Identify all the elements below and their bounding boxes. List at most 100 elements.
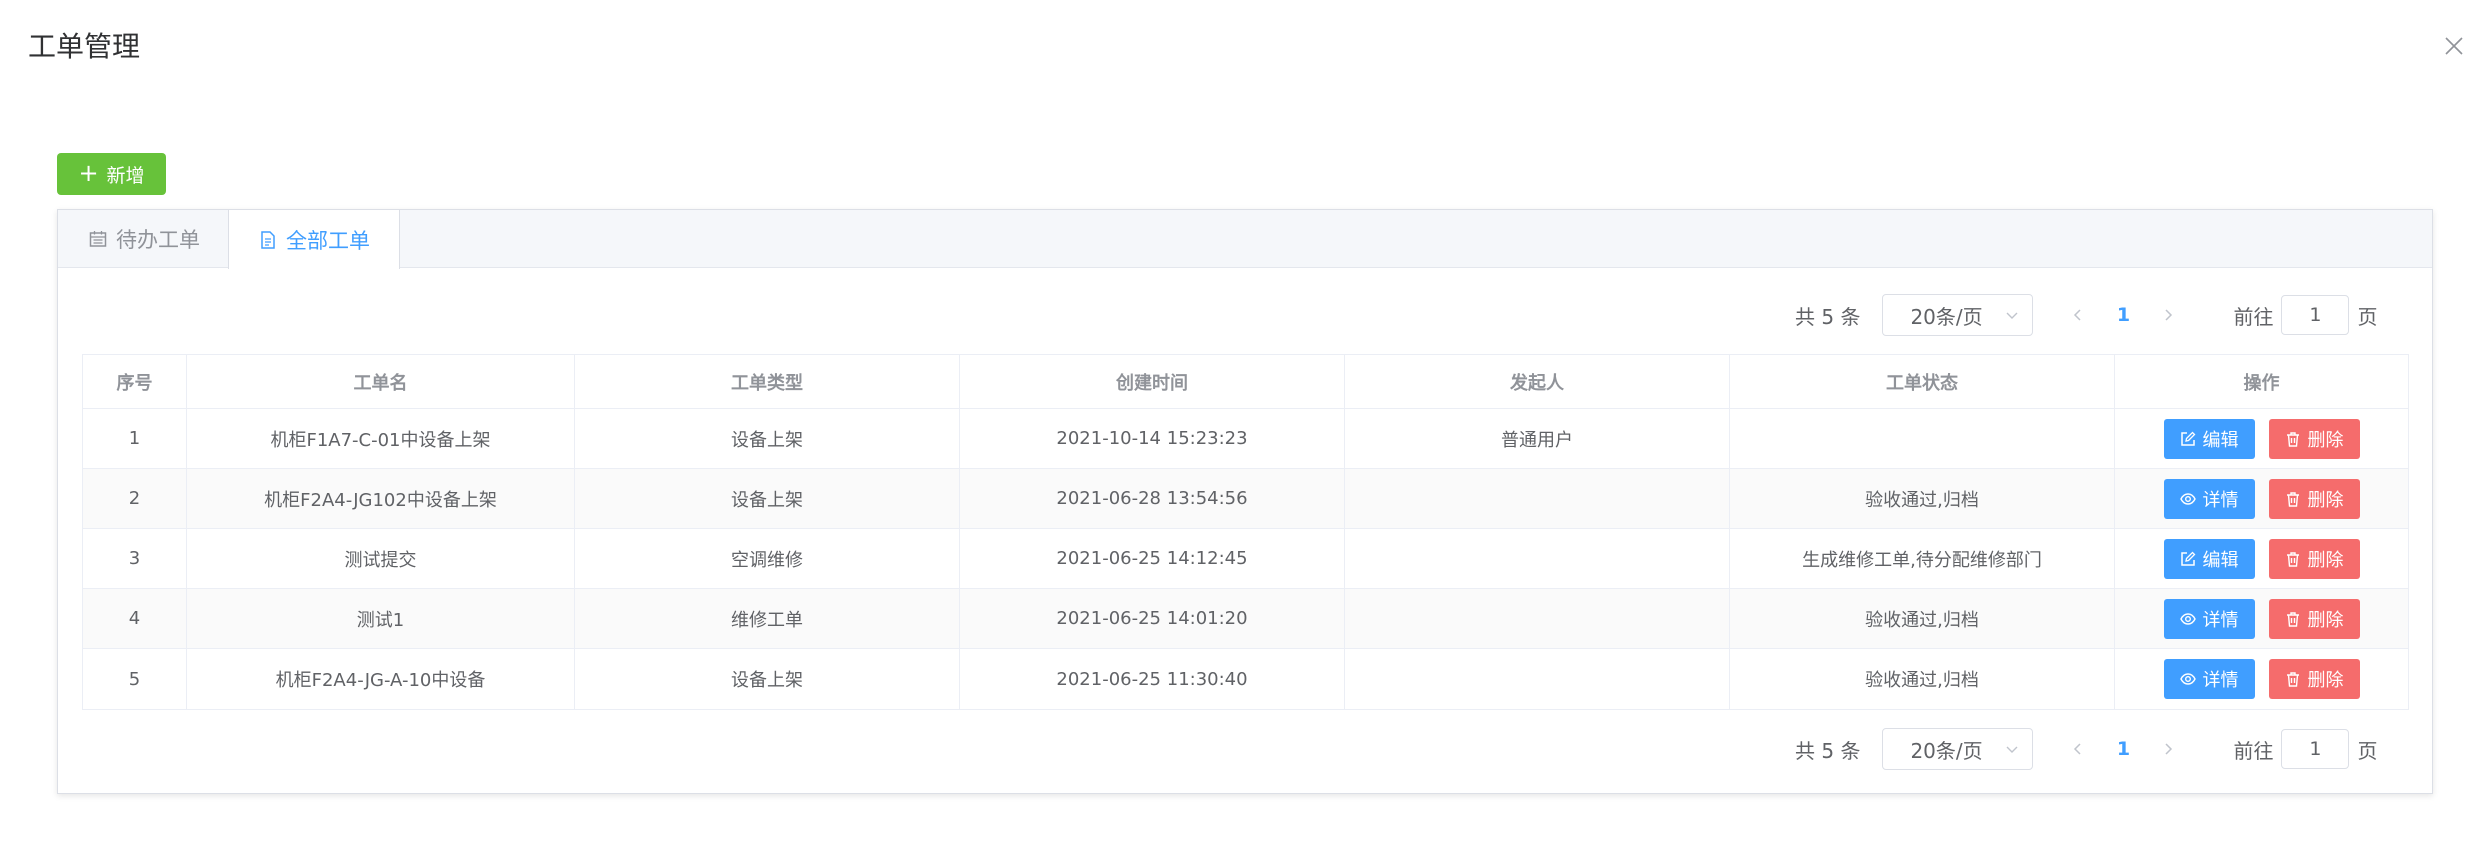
cell-index: 2 bbox=[83, 469, 187, 528]
close-icon[interactable] bbox=[2441, 33, 2467, 59]
page-size-select[interactable]: 20条/页 bbox=[1882, 294, 2034, 336]
column-header-name: 工单名 bbox=[187, 355, 575, 408]
cell-status: 验收通过,归档 bbox=[1730, 589, 2115, 648]
delete-button[interactable]: 删除 bbox=[2268, 418, 2360, 459]
cell-name: 机柜F2A4-JG-A-10中设备 bbox=[187, 649, 575, 709]
cell-index: 1 bbox=[83, 409, 187, 468]
trash-icon bbox=[2286, 551, 2299, 567]
column-header-created: 创建时间 bbox=[960, 355, 1345, 408]
eye-icon bbox=[2179, 612, 2196, 625]
goto-prefix: 前往 bbox=[2233, 738, 2274, 763]
cell-name: 机柜F2A4-JG102中设备上架 bbox=[187, 469, 575, 528]
pagination-top: 共 5 条 20条/页 1 前往 1 页 bbox=[1795, 294, 2377, 336]
cell-name: 机柜F1A7-C-01中设备上架 bbox=[187, 409, 575, 468]
goto-prefix: 前往 bbox=[2233, 304, 2274, 329]
delete-button-label: 删除 bbox=[2307, 609, 2344, 631]
cell-type: 空调维修 bbox=[575, 529, 960, 588]
goto-suffix: 页 bbox=[2357, 738, 2378, 763]
chevron-right-icon bbox=[2165, 743, 2173, 755]
cell-created: 2021-06-28 13:54:56 bbox=[960, 469, 1345, 528]
chevron-down-icon bbox=[2006, 746, 2018, 753]
chevron-left-icon bbox=[2074, 309, 2081, 321]
details-button[interactable]: 详情 bbox=[2163, 478, 2255, 519]
trash-icon bbox=[2286, 672, 2299, 687]
delete-button[interactable]: 删除 bbox=[2268, 478, 2360, 519]
cell-actions: 详情 删除 bbox=[2115, 589, 2408, 648]
column-header-initiator: 发起人 bbox=[1345, 355, 1730, 408]
details-button[interactable]: 详情 bbox=[2163, 598, 2255, 639]
edit-icon bbox=[2180, 551, 2195, 566]
details-button[interactable]: 详情 bbox=[2163, 659, 2255, 699]
cell-index: 3 bbox=[83, 529, 187, 588]
edit-button[interactable]: 编辑 bbox=[2163, 538, 2255, 579]
cell-created: 2021-10-14 15:23:23 bbox=[960, 409, 1345, 468]
delete-button-label: 删除 bbox=[2307, 429, 2344, 451]
table-row: 3 测试提交 空调维修 2021-06-25 14:12:45 生成维修工单,待… bbox=[83, 529, 2408, 589]
prev-page-button[interactable] bbox=[2063, 300, 2093, 330]
chevron-right-icon bbox=[2165, 309, 2173, 321]
column-header-status: 工单状态 bbox=[1730, 355, 2115, 408]
details-button-label: 详情 bbox=[2202, 609, 2239, 631]
trash-icon bbox=[2286, 491, 2299, 507]
pagination-total: 共 5 条 bbox=[1795, 738, 1861, 763]
delete-button-label: 删除 bbox=[2307, 549, 2344, 571]
cell-status: 生成维修工单,待分配维修部门 bbox=[1730, 529, 2115, 588]
cell-type: 设备上架 bbox=[575, 649, 960, 709]
edit-button-label: 编辑 bbox=[2202, 429, 2239, 451]
goto-page-input[interactable]: 1 bbox=[2281, 729, 2350, 769]
document-icon bbox=[258, 230, 278, 250]
table-row: 2 机柜F2A4-JG102中设备上架 设备上架 2021-06-28 13:5… bbox=[83, 469, 2408, 529]
table-header-row: 序号 工单名 工单类型 创建时间 发起人 工单状态 操作 bbox=[83, 355, 2408, 409]
next-page-button[interactable] bbox=[2153, 734, 2183, 764]
delete-button-label: 删除 bbox=[2307, 489, 2344, 511]
add-button-label: 新增 bbox=[106, 164, 145, 187]
cell-initiator bbox=[1345, 649, 1730, 709]
cell-created: 2021-06-25 11:30:40 bbox=[960, 649, 1345, 709]
tab-all-orders[interactable]: 全部工单 bbox=[228, 210, 400, 269]
column-header-index: 序号 bbox=[83, 355, 187, 408]
column-header-type: 工单类型 bbox=[575, 355, 960, 408]
cell-status: 验收通过,归档 bbox=[1730, 649, 2115, 709]
page-size-value: 20条/页 bbox=[1910, 738, 1983, 763]
delete-button[interactable]: 删除 bbox=[2268, 659, 2360, 699]
trash-icon bbox=[2286, 611, 2299, 627]
eye-icon bbox=[2179, 492, 2196, 505]
prev-page-button[interactable] bbox=[2063, 734, 2093, 764]
cell-actions: 详情 删除 bbox=[2115, 649, 2408, 709]
page-size-select[interactable]: 20条/页 bbox=[1882, 728, 2034, 770]
cell-initiator bbox=[1345, 469, 1730, 528]
page-number-current[interactable]: 1 bbox=[2103, 738, 2143, 760]
edit-icon bbox=[2180, 431, 2195, 446]
page-number-current[interactable]: 1 bbox=[2103, 304, 2143, 326]
cell-created: 2021-06-25 14:12:45 bbox=[960, 529, 1345, 588]
tab-all-label: 全部工单 bbox=[286, 228, 370, 253]
cell-name: 测试提交 bbox=[187, 529, 575, 588]
delete-button[interactable]: 删除 bbox=[2268, 538, 2360, 579]
cell-actions: 编辑 删除 bbox=[2115, 409, 2408, 468]
cell-type: 设备上架 bbox=[575, 409, 960, 468]
cell-actions: 编辑 删除 bbox=[2115, 529, 2408, 588]
tab-header: 待办工单 全部工单 bbox=[58, 210, 2432, 269]
goto-page-input[interactable]: 1 bbox=[2281, 295, 2350, 335]
cell-status bbox=[1730, 409, 2115, 468]
cell-actions: 详情 删除 bbox=[2115, 469, 2408, 528]
delete-button-label: 删除 bbox=[2307, 670, 2344, 691]
goto-suffix: 页 bbox=[2357, 304, 2378, 329]
table-row: 5 机柜F2A4-JG-A-10中设备 设备上架 2021-06-25 11:3… bbox=[83, 649, 2408, 709]
chevron-down-icon bbox=[2006, 312, 2018, 319]
table-row: 4 测试1 维修工单 2021-06-25 14:01:20 验收通过,归档 详… bbox=[83, 589, 2408, 649]
cell-created: 2021-06-25 14:01:20 bbox=[960, 589, 1345, 648]
cell-initiator: 普通用户 bbox=[1345, 409, 1730, 468]
cell-index: 4 bbox=[83, 589, 187, 648]
cell-status: 验收通过,归档 bbox=[1730, 469, 2115, 528]
next-page-button[interactable] bbox=[2153, 300, 2183, 330]
tab-pending-orders[interactable]: 待办工单 bbox=[88, 210, 200, 268]
cell-type: 维修工单 bbox=[575, 589, 960, 648]
edit-button[interactable]: 编辑 bbox=[2163, 418, 2255, 459]
cell-index: 5 bbox=[83, 649, 187, 709]
cell-type: 设备上架 bbox=[575, 469, 960, 528]
delete-button[interactable]: 删除 bbox=[2268, 598, 2360, 639]
details-button-label: 详情 bbox=[2202, 670, 2239, 691]
add-button[interactable]: + 新增 bbox=[57, 153, 166, 195]
cell-name: 测试1 bbox=[187, 589, 575, 648]
